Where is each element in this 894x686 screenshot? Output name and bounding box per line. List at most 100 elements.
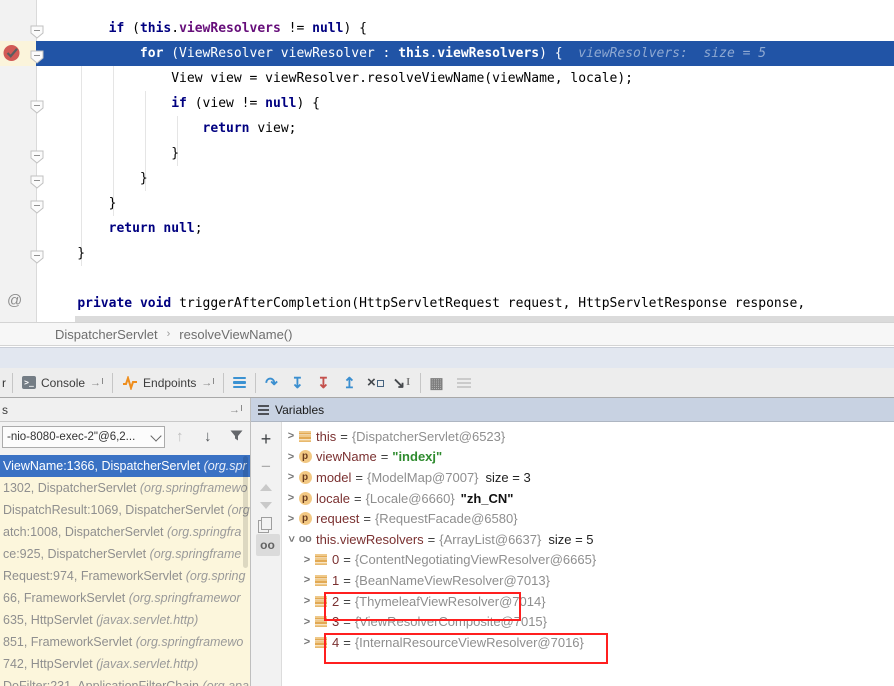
frame-down-icon[interactable]: ↓: [204, 428, 212, 445]
frame-location: ce:925, DispatcherServlet: [3, 547, 150, 561]
panel-divider[interactable]: [250, 398, 251, 686]
filter-funnel-icon[interactable]: [229, 428, 244, 447]
chevron-right-icon[interactable]: >: [284, 451, 298, 463]
chevron-right-icon[interactable]: >: [300, 595, 314, 607]
breadcrumb-class[interactable]: DispatcherServlet: [55, 327, 158, 342]
fold-marker-icon[interactable]: [30, 175, 44, 189]
variable-name: locale: [316, 491, 350, 506]
chevron-right-icon[interactable]: >: [284, 430, 298, 442]
thread-dropdown[interactable]: -nio-8080-exec-2"@6,2...: [2, 426, 165, 448]
add-watch-button[interactable]: +: [251, 428, 281, 450]
frame-package: (javax.servlet.http): [96, 657, 198, 671]
chevron-right-icon[interactable]: >: [300, 554, 314, 566]
frame-row[interactable]: 851, FrameworkServlet (org.springframewo: [0, 631, 250, 653]
step-into-icon[interactable]: ↧: [284, 368, 310, 397]
code-segment: private: [77, 296, 132, 311]
variable-row[interactable]: >3={ViewResolverComposite@7015}: [282, 611, 894, 632]
threads-view-icon[interactable]: [226, 377, 253, 389]
show-watches-button[interactable]: oo: [251, 534, 281, 556]
code-segment: view;: [250, 121, 297, 136]
breadcrumb: DispatcherServlet › resolveViewName(): [0, 322, 894, 346]
frame-row[interactable]: 1302, DispatcherServlet (org.springframe…: [0, 477, 250, 499]
code-line: [36, 266, 894, 291]
variable-row[interactable]: >0={ContentNegotiatingViewResolver@6665}: [282, 550, 894, 571]
run-to-cursor-icon[interactable]: ↘I: [388, 368, 414, 397]
step-out-icon[interactable]: ↥: [336, 368, 362, 397]
force-step-into-icon[interactable]: ↧: [310, 368, 336, 397]
frame-row[interactable]: ce:925, DispatcherServlet (org.springfra…: [0, 543, 250, 565]
frames-scrollbar[interactable]: [243, 456, 248, 568]
variable-row[interactable]: >2={ThymeleafViewResolver@7014}: [282, 591, 894, 612]
frames-controls: -nio-8080-exec-2"@6,2... ↑ ↓: [0, 422, 250, 455]
code-segment: if: [109, 21, 125, 36]
value-icon: [314, 636, 328, 649]
fold-marker-icon[interactable]: [30, 25, 44, 39]
variable-row[interactable]: >this={DispatcherServlet@6523}: [282, 426, 894, 447]
duplicate-watch-button[interactable]: [251, 512, 281, 534]
fold-marker-icon[interactable]: [30, 150, 44, 164]
equals-sign: =: [343, 635, 351, 650]
drop-frame-icon[interactable]: ×: [362, 368, 388, 397]
layout-settings-icon[interactable]: [449, 378, 479, 388]
frame-row[interactable]: atch:1008, DispatcherServlet (org.spring…: [0, 521, 250, 543]
chevron-down-icon[interactable]: >: [285, 532, 297, 546]
variable-row[interactable]: >pmodel={ModelMap@7007}size = 3: [282, 467, 894, 488]
frame-row[interactable]: 635, HttpServlet (javax.servlet.http): [0, 609, 250, 631]
chevron-right-icon[interactable]: >: [300, 574, 314, 586]
code-segment: [132, 296, 140, 311]
code-segment: [46, 121, 203, 136]
variables-menu-icon[interactable]: [258, 405, 269, 415]
code-editor: if (this.viewResolvers != null) { for (V…: [0, 0, 894, 322]
variable-name: viewName: [316, 449, 377, 464]
variable-row[interactable]: >plocale={Locale@6660}"zh_CN": [282, 488, 894, 509]
value-bars-icon: [315, 596, 327, 607]
chevron-right-icon[interactable]: >: [284, 492, 298, 504]
frame-location: 1302, DispatcherServlet: [3, 481, 140, 495]
variable-row[interactable]: >1={BeanNameViewResolver@7013}: [282, 570, 894, 591]
frame-row[interactable]: DoFilter:231, ApplicationFilterChain (or…: [0, 675, 250, 686]
tab-endpoints[interactable]: Endpoints →: [115, 368, 221, 397]
fold-marker-icon[interactable]: [30, 50, 44, 64]
chevron-right-icon[interactable]: >: [300, 636, 314, 648]
annotation-at-icon: @: [7, 292, 22, 309]
code-segment: null: [265, 96, 296, 111]
evaluate-expression-icon[interactable]: ▦: [423, 368, 449, 397]
tab-console[interactable]: >_ Console →: [15, 368, 110, 397]
pin-arrow-icon[interactable]: →: [229, 404, 242, 416]
frame-row[interactable]: Request:974, FrameworkServlet (org.sprin…: [0, 565, 250, 587]
remove-watch-button[interactable]: −: [251, 456, 281, 478]
fold-marker-icon[interactable]: [30, 200, 44, 214]
frame-up-icon[interactable]: ↑: [176, 428, 184, 445]
debug-window-strip: [0, 347, 894, 368]
frame-location: Request:974, FrameworkServlet: [3, 569, 186, 583]
frame-row[interactable]: DispatchResult:1069, DispatcherServlet (…: [0, 499, 250, 521]
frame-row[interactable]: 742, HttpServlet (javax.servlet.http): [0, 653, 250, 675]
variable-row[interactable]: >4={InternalResourceViewResolver@7016}: [282, 632, 894, 653]
breakpoint-icon[interactable]: [3, 44, 21, 62]
value-bars-icon: [315, 616, 327, 627]
variable-row[interactable]: >prequest={RequestFacade@6580}: [282, 508, 894, 529]
variable-row[interactable]: >oothis.viewResolvers={ArrayList@6637}si…: [282, 529, 894, 550]
debugger-tab-clipped[interactable]: r: [0, 376, 10, 390]
fold-marker-icon[interactable]: [30, 100, 44, 114]
value-bars-icon: [315, 575, 327, 586]
code-segment: }: [46, 246, 85, 261]
frame-row[interactable]: 66, FrameworkServlet (org.springframewor: [0, 587, 250, 609]
breadcrumb-method[interactable]: resolveViewName(): [179, 327, 292, 342]
variable-row[interactable]: >pviewName="indexj": [282, 447, 894, 468]
step-over-icon[interactable]: ↷: [258, 368, 284, 397]
variable-name: 0: [332, 552, 339, 567]
inline-debugger-hint: viewResolvers: size = 5: [578, 46, 766, 61]
fold-marker-icon[interactable]: [30, 250, 44, 264]
code-segment: viewResolvers: [437, 46, 539, 61]
frame-square-icon: [377, 380, 384, 387]
equals-sign: =: [354, 491, 362, 506]
chevron-right-icon[interactable]: >: [284, 513, 298, 525]
chevron-right-icon[interactable]: >: [300, 616, 314, 628]
code-line: if (view != null) {: [36, 91, 894, 116]
frame-location: DoFilter:231, ApplicationFilterChain: [3, 679, 202, 686]
chevron-right-icon[interactable]: >: [284, 471, 298, 483]
code-line: }: [36, 141, 894, 166]
frame-row[interactable]: ViewName:1366, DispatcherServlet (org.sp…: [0, 455, 250, 477]
variable-name: this.viewResolvers: [316, 532, 424, 547]
